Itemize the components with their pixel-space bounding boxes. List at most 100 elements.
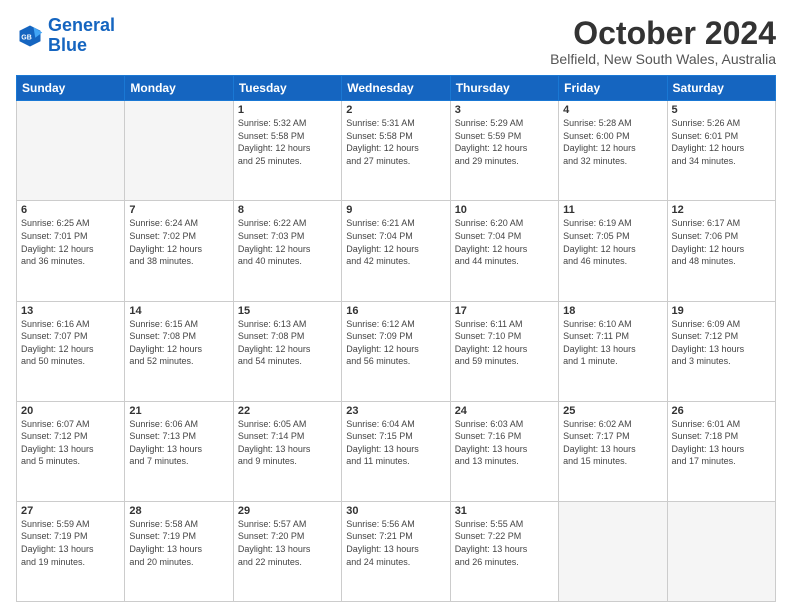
calendar-day-cell — [17, 101, 125, 201]
calendar-day-cell: 26Sunrise: 6:01 AM Sunset: 7:18 PM Dayli… — [667, 401, 775, 501]
calendar-day-cell: 1Sunrise: 5:32 AM Sunset: 5:58 PM Daylig… — [233, 101, 341, 201]
day-info: Sunrise: 6:06 AM Sunset: 7:13 PM Dayligh… — [129, 418, 228, 468]
day-info: Sunrise: 6:09 AM Sunset: 7:12 PM Dayligh… — [672, 318, 771, 368]
calendar-day-cell: 25Sunrise: 6:02 AM Sunset: 7:17 PM Dayli… — [559, 401, 667, 501]
weekday-header: Monday — [125, 76, 233, 101]
day-info: Sunrise: 6:03 AM Sunset: 7:16 PM Dayligh… — [455, 418, 554, 468]
day-number: 19 — [672, 305, 771, 317]
day-info: Sunrise: 6:04 AM Sunset: 7:15 PM Dayligh… — [346, 418, 445, 468]
header: GB General Blue October 2024 Belfield, N… — [16, 16, 776, 67]
day-info: Sunrise: 5:32 AM Sunset: 5:58 PM Dayligh… — [238, 117, 337, 167]
day-number: 6 — [21, 204, 120, 216]
day-info: Sunrise: 6:24 AM Sunset: 7:02 PM Dayligh… — [129, 217, 228, 267]
day-info: Sunrise: 6:11 AM Sunset: 7:10 PM Dayligh… — [455, 318, 554, 368]
calendar-day-cell: 30Sunrise: 5:56 AM Sunset: 7:21 PM Dayli… — [342, 501, 450, 601]
day-number: 10 — [455, 204, 554, 216]
day-info: Sunrise: 6:10 AM Sunset: 7:11 PM Dayligh… — [563, 318, 662, 368]
calendar-day-cell: 19Sunrise: 6:09 AM Sunset: 7:12 PM Dayli… — [667, 301, 775, 401]
day-number: 4 — [563, 104, 662, 116]
day-info: Sunrise: 6:22 AM Sunset: 7:03 PM Dayligh… — [238, 217, 337, 267]
calendar-day-cell: 16Sunrise: 6:12 AM Sunset: 7:09 PM Dayli… — [342, 301, 450, 401]
day-number: 23 — [346, 405, 445, 417]
calendar-day-cell: 3Sunrise: 5:29 AM Sunset: 5:59 PM Daylig… — [450, 101, 558, 201]
day-info: Sunrise: 6:25 AM Sunset: 7:01 PM Dayligh… — [21, 217, 120, 267]
day-info: Sunrise: 6:21 AM Sunset: 7:04 PM Dayligh… — [346, 217, 445, 267]
calendar-week-row: 27Sunrise: 5:59 AM Sunset: 7:19 PM Dayli… — [17, 501, 776, 601]
weekday-header: Thursday — [450, 76, 558, 101]
subtitle: Belfield, New South Wales, Australia — [550, 51, 776, 67]
calendar-day-cell: 12Sunrise: 6:17 AM Sunset: 7:06 PM Dayli… — [667, 201, 775, 301]
day-number: 28 — [129, 505, 228, 517]
weekday-header: Saturday — [667, 76, 775, 101]
logo-general: General — [48, 15, 115, 35]
logo-blue: Blue — [48, 35, 87, 55]
day-info: Sunrise: 5:57 AM Sunset: 7:20 PM Dayligh… — [238, 518, 337, 568]
weekday-header: Sunday — [17, 76, 125, 101]
calendar-day-cell: 23Sunrise: 6:04 AM Sunset: 7:15 PM Dayli… — [342, 401, 450, 501]
calendar-day-cell: 8Sunrise: 6:22 AM Sunset: 7:03 PM Daylig… — [233, 201, 341, 301]
day-number: 21 — [129, 405, 228, 417]
logo-text: General Blue — [48, 16, 115, 56]
day-number: 8 — [238, 204, 337, 216]
logo-icon: GB — [16, 22, 44, 50]
day-number: 11 — [563, 204, 662, 216]
day-number: 2 — [346, 104, 445, 116]
day-info: Sunrise: 6:20 AM Sunset: 7:04 PM Dayligh… — [455, 217, 554, 267]
day-number: 15 — [238, 305, 337, 317]
day-number: 31 — [455, 505, 554, 517]
day-number: 18 — [563, 305, 662, 317]
calendar-day-cell — [125, 101, 233, 201]
day-info: Sunrise: 6:15 AM Sunset: 7:08 PM Dayligh… — [129, 318, 228, 368]
day-number: 17 — [455, 305, 554, 317]
title-block: October 2024 Belfield, New South Wales, … — [550, 16, 776, 67]
day-number: 16 — [346, 305, 445, 317]
calendar-day-cell: 6Sunrise: 6:25 AM Sunset: 7:01 PM Daylig… — [17, 201, 125, 301]
calendar-day-cell: 18Sunrise: 6:10 AM Sunset: 7:11 PM Dayli… — [559, 301, 667, 401]
calendar-day-cell: 15Sunrise: 6:13 AM Sunset: 7:08 PM Dayli… — [233, 301, 341, 401]
calendar-header-row: SundayMondayTuesdayWednesdayThursdayFrid… — [17, 76, 776, 101]
calendar-week-row: 13Sunrise: 6:16 AM Sunset: 7:07 PM Dayli… — [17, 301, 776, 401]
svg-text:GB: GB — [21, 34, 32, 41]
calendar-day-cell: 14Sunrise: 6:15 AM Sunset: 7:08 PM Dayli… — [125, 301, 233, 401]
day-info: Sunrise: 5:59 AM Sunset: 7:19 PM Dayligh… — [21, 518, 120, 568]
day-number: 3 — [455, 104, 554, 116]
calendar-day-cell: 11Sunrise: 6:19 AM Sunset: 7:05 PM Dayli… — [559, 201, 667, 301]
day-info: Sunrise: 6:13 AM Sunset: 7:08 PM Dayligh… — [238, 318, 337, 368]
calendar-day-cell: 2Sunrise: 5:31 AM Sunset: 5:58 PM Daylig… — [342, 101, 450, 201]
day-number: 9 — [346, 204, 445, 216]
calendar-day-cell: 24Sunrise: 6:03 AM Sunset: 7:16 PM Dayli… — [450, 401, 558, 501]
day-number: 12 — [672, 204, 771, 216]
day-number: 26 — [672, 405, 771, 417]
calendar-day-cell: 31Sunrise: 5:55 AM Sunset: 7:22 PM Dayli… — [450, 501, 558, 601]
day-info: Sunrise: 5:56 AM Sunset: 7:21 PM Dayligh… — [346, 518, 445, 568]
day-info: Sunrise: 5:31 AM Sunset: 5:58 PM Dayligh… — [346, 117, 445, 167]
day-number: 22 — [238, 405, 337, 417]
day-info: Sunrise: 5:29 AM Sunset: 5:59 PM Dayligh… — [455, 117, 554, 167]
calendar-day-cell — [559, 501, 667, 601]
day-number: 20 — [21, 405, 120, 417]
day-number: 5 — [672, 104, 771, 116]
day-info: Sunrise: 6:12 AM Sunset: 7:09 PM Dayligh… — [346, 318, 445, 368]
calendar-day-cell: 22Sunrise: 6:05 AM Sunset: 7:14 PM Dayli… — [233, 401, 341, 501]
day-info: Sunrise: 6:07 AM Sunset: 7:12 PM Dayligh… — [21, 418, 120, 468]
day-number: 27 — [21, 505, 120, 517]
day-number: 1 — [238, 104, 337, 116]
logo: GB General Blue — [16, 16, 115, 56]
day-number: 7 — [129, 204, 228, 216]
main-title: October 2024 — [550, 16, 776, 51]
weekday-header: Friday — [559, 76, 667, 101]
calendar-day-cell: 13Sunrise: 6:16 AM Sunset: 7:07 PM Dayli… — [17, 301, 125, 401]
day-info: Sunrise: 6:17 AM Sunset: 7:06 PM Dayligh… — [672, 217, 771, 267]
calendar-day-cell: 28Sunrise: 5:58 AM Sunset: 7:19 PM Dayli… — [125, 501, 233, 601]
calendar-day-cell: 17Sunrise: 6:11 AM Sunset: 7:10 PM Dayli… — [450, 301, 558, 401]
weekday-header: Tuesday — [233, 76, 341, 101]
day-info: Sunrise: 5:26 AM Sunset: 6:01 PM Dayligh… — [672, 117, 771, 167]
calendar-day-cell: 20Sunrise: 6:07 AM Sunset: 7:12 PM Dayli… — [17, 401, 125, 501]
day-number: 30 — [346, 505, 445, 517]
calendar-week-row: 20Sunrise: 6:07 AM Sunset: 7:12 PM Dayli… — [17, 401, 776, 501]
calendar-day-cell: 21Sunrise: 6:06 AM Sunset: 7:13 PM Dayli… — [125, 401, 233, 501]
calendar-week-row: 6Sunrise: 6:25 AM Sunset: 7:01 PM Daylig… — [17, 201, 776, 301]
day-number: 13 — [21, 305, 120, 317]
weekday-header: Wednesday — [342, 76, 450, 101]
day-number: 25 — [563, 405, 662, 417]
